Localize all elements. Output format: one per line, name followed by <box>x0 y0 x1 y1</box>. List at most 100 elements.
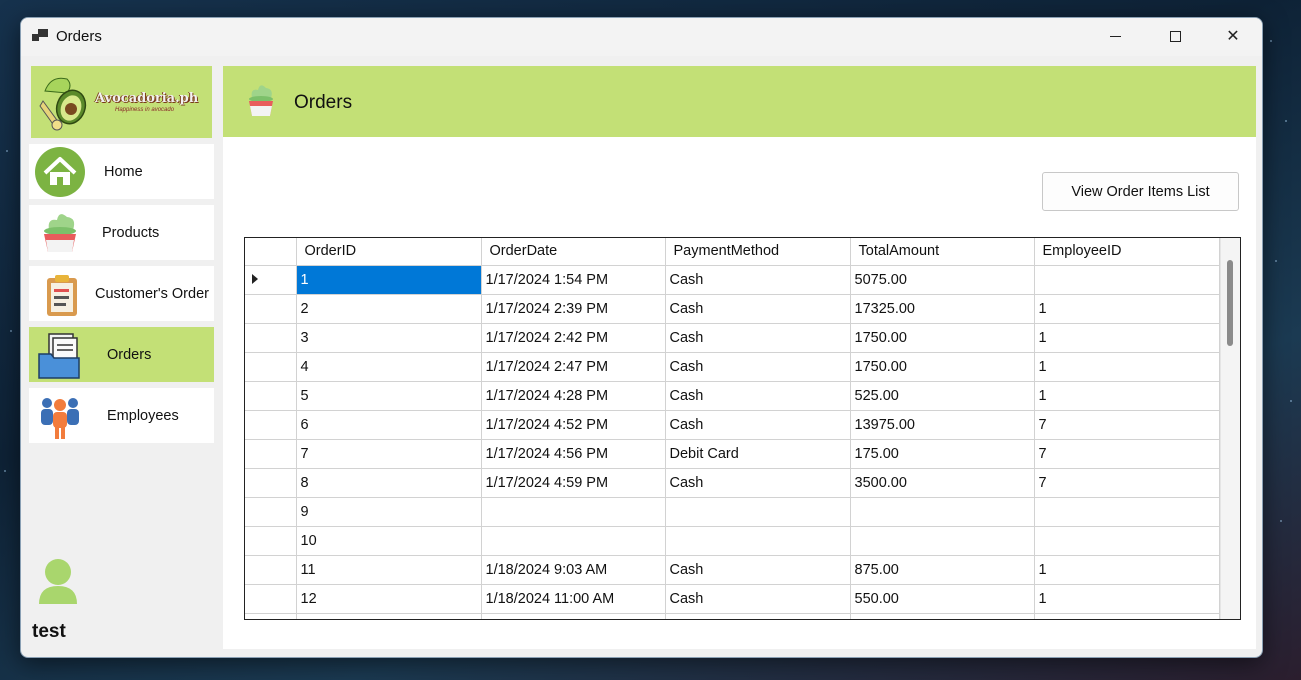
table-row[interactable] <box>245 613 1220 619</box>
table-cell[interactable] <box>850 497 1035 527</box>
close-button[interactable]: ✕ <box>1204 18 1262 54</box>
table-cell[interactable] <box>1034 613 1220 619</box>
orders-grid[interactable]: OrderID OrderDate PaymentMethod TotalAmount… <box>244 237 1241 620</box>
table-cell[interactable]: 11 <box>296 555 482 585</box>
minimize-button[interactable] <box>1086 18 1144 54</box>
table-cell[interactable]: 1/17/2024 4:28 PM <box>481 381 666 411</box>
table-row[interactable]: 11 1/18/2024 9:03 AM Cash 875.00 1 <box>245 555 1220 585</box>
table-cell[interactable]: 7 <box>1034 439 1220 469</box>
column-header[interactable]: TotalAmount <box>850 238 1035 266</box>
table-cell[interactable]: 550.00 <box>850 584 1035 614</box>
title-bar[interactable]: Orders ✕ <box>21 18 1262 56</box>
table-cell[interactable]: 7 <box>1034 410 1220 440</box>
table-cell[interactable]: Cash <box>665 323 851 353</box>
sidebar-item-employees[interactable]: Employees <box>29 388 214 443</box>
column-header[interactable]: OrderID <box>296 238 482 266</box>
table-cell[interactable]: 1/17/2024 2:39 PM <box>481 294 666 324</box>
table-cell[interactable]: Cash <box>665 468 851 498</box>
table-row[interactable]: 2 1/17/2024 2:39 PM Cash 17325.00 1 <box>245 294 1220 324</box>
table-cell[interactable]: 8 <box>296 468 482 498</box>
table-cell[interactable]: 1/18/2024 9:03 AM <box>481 555 666 585</box>
table-cell[interactable]: 525.00 <box>850 381 1035 411</box>
table-cell[interactable]: 1 <box>1034 381 1220 411</box>
table-cell[interactable] <box>665 613 851 619</box>
row-header[interactable] <box>245 526 297 556</box>
table-cell[interactable]: Cash <box>665 265 851 295</box>
table-cell[interactable]: 1 <box>296 265 482 295</box>
table-row[interactable]: 8 1/17/2024 4:59 PM Cash 3500.00 7 <box>245 468 1220 498</box>
table-cell[interactable]: 10 <box>296 526 482 556</box>
sidebar-item-customers-order[interactable]: Customer's Order <box>29 266 214 321</box>
row-header[interactable] <box>245 555 297 585</box>
table-cell[interactable]: 7 <box>1034 468 1220 498</box>
row-header[interactable] <box>245 584 297 614</box>
table-cell[interactable]: 5075.00 <box>850 265 1035 295</box>
sidebar-item-home[interactable]: Home <box>29 144 214 199</box>
table-cell[interactable]: 9 <box>296 497 482 527</box>
table-cell[interactable]: Cash <box>665 294 851 324</box>
table-row[interactable]: 10 <box>245 526 1220 556</box>
table-cell[interactable]: 7 <box>296 439 482 469</box>
maximize-button[interactable] <box>1146 18 1204 54</box>
table-cell[interactable] <box>850 526 1035 556</box>
table-cell[interactable] <box>1034 265 1220 295</box>
table-row[interactable]: 5 1/17/2024 4:28 PM Cash 525.00 1 <box>245 381 1220 411</box>
sidebar-item-orders[interactable]: Orders <box>29 327 214 382</box>
table-cell[interactable]: 1 <box>1034 555 1220 585</box>
table-cell[interactable]: 4 <box>296 352 482 382</box>
table-cell[interactable] <box>296 613 482 619</box>
table-cell[interactable]: 1/17/2024 1:54 PM <box>481 265 666 295</box>
table-cell[interactable]: 875.00 <box>850 555 1035 585</box>
table-cell[interactable]: 1 <box>1034 352 1220 382</box>
row-header[interactable] <box>245 439 297 469</box>
table-cell[interactable]: 1/18/2024 11:00 AM <box>481 584 666 614</box>
sidebar-item-products[interactable]: Products <box>29 205 214 260</box>
row-header[interactable] <box>245 497 297 527</box>
table-cell[interactable]: 12 <box>296 584 482 614</box>
table-cell[interactable] <box>481 497 666 527</box>
row-header[interactable] <box>245 352 297 382</box>
table-cell[interactable] <box>481 613 666 619</box>
table-cell[interactable]: 3500.00 <box>850 468 1035 498</box>
table-cell[interactable]: 6 <box>296 410 482 440</box>
column-header[interactable]: OrderDate <box>481 238 666 266</box>
table-cell[interactable]: 1/17/2024 2:42 PM <box>481 323 666 353</box>
table-row[interactable]: 12 1/18/2024 11:00 AM Cash 550.00 1 <box>245 584 1220 614</box>
table-cell[interactable] <box>1034 526 1220 556</box>
table-cell[interactable]: Cash <box>665 410 851 440</box>
table-row[interactable]: 1 1/17/2024 1:54 PM Cash 5075.00 <box>245 265 1220 295</box>
table-cell[interactable]: 1750.00 <box>850 323 1035 353</box>
table-cell[interactable]: 5 <box>296 381 482 411</box>
table-cell[interactable]: Cash <box>665 352 851 382</box>
table-cell[interactable]: 1/17/2024 2:47 PM <box>481 352 666 382</box>
row-header[interactable] <box>245 323 297 353</box>
table-cell[interactable] <box>1034 497 1220 527</box>
table-cell[interactable]: 2 <box>296 294 482 324</box>
table-cell[interactable] <box>481 526 666 556</box>
table-row[interactable]: 9 <box>245 497 1220 527</box>
table-cell[interactable]: 175.00 <box>850 439 1035 469</box>
table-cell[interactable]: 1/17/2024 4:56 PM <box>481 439 666 469</box>
row-header[interactable] <box>245 410 297 440</box>
table-cell[interactable] <box>665 497 851 527</box>
table-cell[interactable]: Cash <box>665 381 851 411</box>
view-order-items-button[interactable]: View Order Items List <box>1042 172 1239 211</box>
table-cell[interactable] <box>665 526 851 556</box>
table-cell[interactable]: Cash <box>665 555 851 585</box>
row-header[interactable] <box>245 294 297 324</box>
table-cell[interactable]: 1/17/2024 4:59 PM <box>481 468 666 498</box>
table-cell[interactable] <box>850 613 1035 619</box>
table-row[interactable]: 3 1/17/2024 2:42 PM Cash 1750.00 1 <box>245 323 1220 353</box>
column-header[interactable]: EmployeeID <box>1034 238 1220 266</box>
row-header[interactable] <box>245 381 297 411</box>
table-row[interactable]: 6 1/17/2024 4:52 PM Cash 13975.00 7 <box>245 410 1220 440</box>
table-row[interactable]: 4 1/17/2024 2:47 PM Cash 1750.00 1 <box>245 352 1220 382</box>
table-row[interactable]: 7 1/17/2024 4:56 PM Debit Card 175.00 7 <box>245 439 1220 469</box>
table-cell[interactable]: 1 <box>1034 294 1220 324</box>
table-cell[interactable]: 1/17/2024 4:52 PM <box>481 410 666 440</box>
table-cell[interactable]: Debit Card <box>665 439 851 469</box>
vertical-scrollbar[interactable] <box>1220 238 1240 619</box>
table-cell[interactable]: 17325.00 <box>850 294 1035 324</box>
table-cell[interactable]: 13975.00 <box>850 410 1035 440</box>
table-cell[interactable]: 3 <box>296 323 482 353</box>
